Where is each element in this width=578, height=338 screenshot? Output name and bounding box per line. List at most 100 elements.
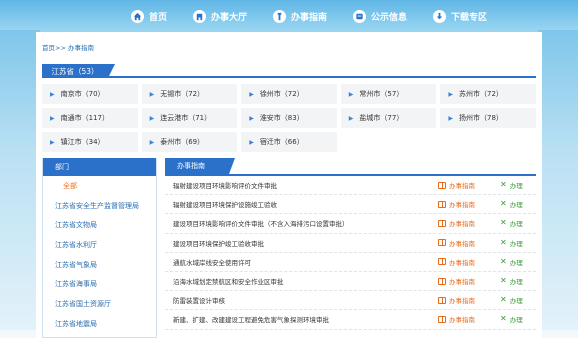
city-label: 南京市（70） [60,90,105,98]
item-title[interactable]: 通航水域岸线安全使用许可 [165,257,438,267]
top-navigation: 首页 办事大厅 办事指南 公示信息 下载专区 [0,0,578,32]
building-icon [192,9,206,23]
city-item[interactable]: ▶ 镇江市（34） [42,132,138,152]
guide-link[interactable]: 办事指南 [438,180,500,190]
guide-link[interactable]: 办事指南 [438,238,500,248]
city-item[interactable]: ▶ 盐城市（77） [340,108,437,128]
notice-icon [353,9,366,23]
guide-link[interactable]: 办事指南 [438,218,500,228]
item-title[interactable]: 建设项目环境影响评价文件审批（不含入海排污口设置审批） [165,218,438,228]
download-icon [433,9,447,23]
sidebar-header: 部门 [43,158,156,176]
nav-download[interactable]: 下载专区 [433,9,488,23]
handle-link[interactable]: ✕ 办理 [500,218,536,229]
decorative-skyline-left [0,30,40,330]
handle-link-label: 办理 [509,258,523,267]
item-title[interactable]: 沿海水域划定禁航区和安全作业区审批 [165,276,438,286]
guide-link[interactable]: 办事指南 [438,276,500,286]
guide-link[interactable]: 办事指南 [438,314,500,324]
handle-link[interactable]: ✕ 办理 [500,238,536,248]
city-item[interactable]: ▶ 连云港市（71） [141,108,238,128]
city-item[interactable]: ▶ 苏州市（72） [440,84,536,104]
tab-guide[interactable]: 办事指南 [165,158,235,174]
sidebar-item-maritime[interactable]: 江苏省海事局 [43,274,156,294]
province-tab[interactable]: 江苏省（53） [42,64,115,78]
guide-icon [272,9,286,23]
city-item[interactable]: ▶ 扬州市（78） [440,108,536,128]
city-label: 淮安市（83） [259,114,304,122]
guide-link[interactable]: 办事指南 [438,199,500,209]
sidebar-item-safety[interactable]: 江苏省安全生产监督管理局 [43,196,156,216]
nav-download-label: 下载专区 [451,12,488,23]
sidebar-item-land-resources[interactable]: 江苏省国土资源厅 [43,294,156,314]
nav-home[interactable]: 首页 [130,9,167,23]
home-icon [130,9,144,23]
guide-list-header: 办事指南 [165,158,536,176]
handle-link[interactable]: ✕ 办理 [500,314,536,325]
item-title[interactable]: 辐射建设项目环境影响评价文件审批 [165,180,438,190]
guide-link-label: 办事指南 [449,220,475,229]
guide-list: 办事指南 辐射建设项目环境影响评价文件审批 办事指南 ✕ 办理 辐射建设项目环境保… [165,158,536,330]
city-item[interactable]: ▶ 南通市（117） [42,108,138,128]
guide-link-label: 办事指南 [449,278,475,287]
guide-link[interactable]: 办事指南 [438,295,500,305]
sidebar-item-all[interactable]: 全部 [43,176,156,196]
main-panel: 首页>> 办事指南 江苏省（53） ▶ 南京市（70） ▶ 无锡市（72） ▶ 徐州市… [36,32,542,338]
nav-service-hall[interactable]: 办事大厅 [192,9,247,23]
sidebar-item-cultural-relics[interactable]: 江苏省文物局 [43,215,156,235]
city-label: 镇江市（34） [60,138,105,146]
city-item[interactable]: ▶ 常州市（57） [340,84,437,104]
city-label: 常州市（57） [359,90,404,98]
sidebar-item-meteorology[interactable]: 江苏省气象局 [43,255,156,275]
book-icon [438,200,446,208]
city-label: 苏州市（72） [459,90,503,98]
list-item: 建设项目环境影响评价文件审批（不含入海排污口设置审批） 办事指南 ✕ 办理 [165,214,536,234]
handle-link-label: 办理 [509,220,523,229]
guide-link-label: 办事指南 [449,182,475,191]
handle-link[interactable]: ✕ 办理 [500,257,536,267]
breadcrumb: 首页>> 办事指南 [42,42,94,52]
arrow-right-icon: ▶ [149,138,155,146]
item-title[interactable]: 建设项目环境保护竣工验收审批 [165,238,438,248]
arrow-right-icon: ▶ [348,90,354,98]
nav-home-label: 首页 [148,12,167,23]
book-icon [438,277,446,285]
city-item[interactable]: ▶ 南京市（70） [42,84,138,104]
handle-link-label: 办理 [509,316,523,325]
city-item[interactable]: ▶ 泰州市（69） [141,132,238,152]
handle-link-label: 办理 [509,239,523,248]
arrow-right-icon: ▶ [149,90,155,98]
city-label: 宿迁市（66） [259,138,304,146]
item-title[interactable]: 新建、扩建、改建建设工程避免危害气象探测环境审批 [165,314,438,324]
city-item[interactable]: ▶ 无锡市（72） [141,84,238,104]
nav-service-hall-label: 办事大厅 [210,12,247,23]
handle-link-label: 办理 [509,278,523,287]
city-item[interactable]: ▶ 宿迁市（66） [241,132,337,152]
list-item: 辐射建设项目环境保护设施竣工验收 办事指南 ✕ 办理 [165,195,536,215]
item-title[interactable]: 辐射建设项目环境保护设施竣工验收 [165,199,438,209]
city-label: 泰州市（69） [160,138,205,146]
handle-link[interactable]: ✕ 办理 [500,276,536,287]
book-icon [438,315,446,323]
guide-link[interactable]: 办事指南 [438,257,500,267]
handle-link[interactable]: ✕ 办理 [500,180,536,191]
city-item[interactable]: ▶ 淮安市（83） [241,108,337,128]
book-icon [438,296,446,304]
nav-guide[interactable]: 办事指南 [272,9,327,23]
arrow-right-icon: ▶ [249,138,254,146]
guide-link-label: 办事指南 [449,201,475,210]
handle-icon: ✕ [500,199,507,209]
breadcrumb-home[interactable]: 首页 [42,44,55,52]
list-item: 沿海水域划定禁航区和安全作业区审批 办事指南 ✕ 办理 [165,272,536,292]
item-title[interactable]: 防雷装置设计审核 [165,295,438,305]
handle-link-label: 办理 [509,182,523,191]
guide-link-label: 办事指南 [449,258,475,267]
sidebar-item-earthquake[interactable]: 江苏省地震局 [43,314,156,334]
handle-link[interactable]: ✕ 办理 [500,199,536,210]
sidebar-item-water[interactable]: 江苏省水利厅 [43,235,156,255]
nav-notice[interactable]: 公示信息 [353,9,407,23]
handle-link[interactable]: ✕ 办理 [500,295,536,306]
guide-link-label: 办事指南 [449,297,475,306]
city-item[interactable]: ▶ 徐州市（72） [241,84,337,104]
city-label: 徐州市（72） [259,90,304,98]
